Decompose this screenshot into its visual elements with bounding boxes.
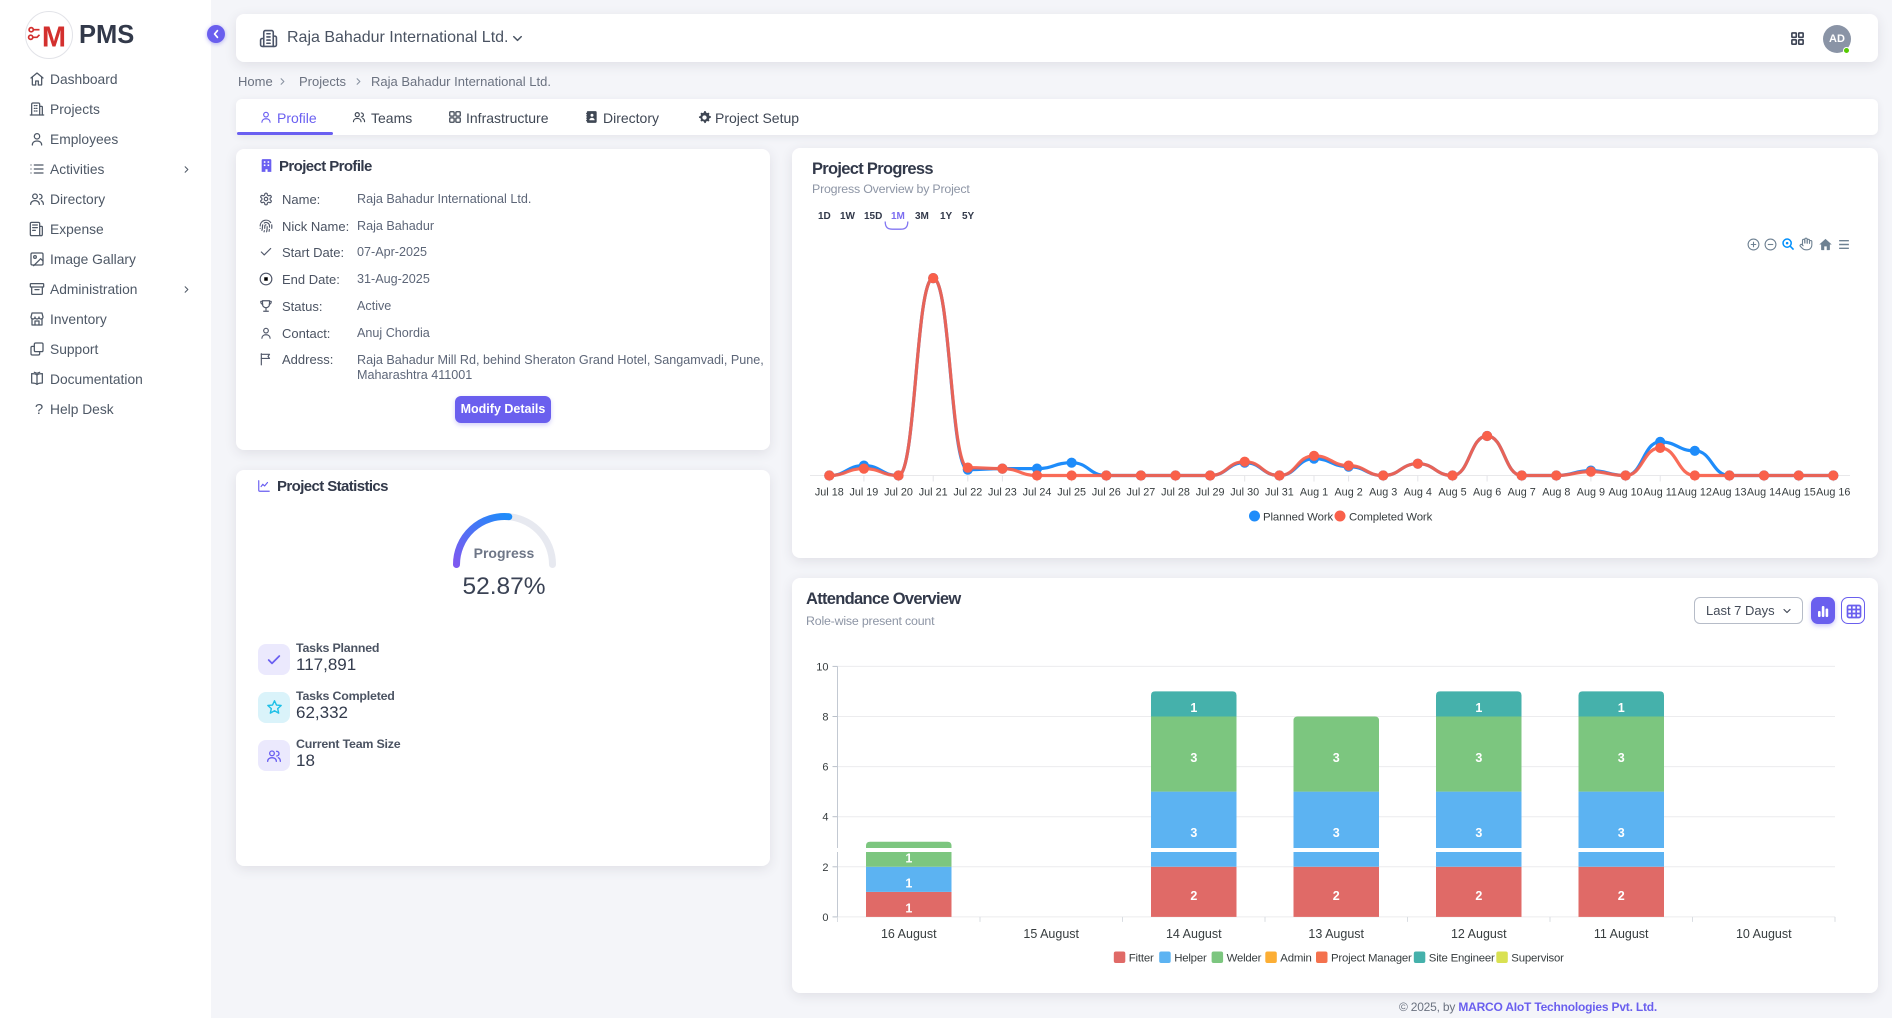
svg-text:Jul 21: Jul 21 [919, 487, 948, 499]
svg-text:3: 3 [1475, 826, 1482, 840]
svg-text:Aug 2: Aug 2 [1334, 487, 1362, 499]
svg-text:1: 1 [905, 901, 912, 915]
svg-text:2: 2 [1190, 889, 1197, 903]
svg-text:Aug 6: Aug 6 [1473, 487, 1501, 499]
svg-text:3: 3 [1618, 751, 1625, 765]
svg-text:Aug 12: Aug 12 [1678, 487, 1712, 499]
svg-text:Jul 20: Jul 20 [884, 487, 913, 499]
svg-text:3: 3 [1333, 826, 1340, 840]
svg-text:Jul 18: Jul 18 [815, 487, 844, 499]
svg-text:Fitter: Fitter [1129, 953, 1154, 965]
svg-text:Jul 28: Jul 28 [1161, 487, 1190, 499]
svg-text:12 August: 12 August [1451, 927, 1507, 941]
svg-text:3: 3 [1618, 826, 1625, 840]
svg-text:2: 2 [1333, 889, 1340, 903]
svg-text:Jul 25: Jul 25 [1057, 487, 1086, 499]
svg-text:Supervisor: Supervisor [1511, 953, 1564, 965]
svg-text:Aug 14: Aug 14 [1747, 487, 1781, 499]
svg-text:Aug 5: Aug 5 [1438, 487, 1466, 499]
svg-text:2: 2 [1475, 889, 1482, 903]
svg-text:1: 1 [1618, 701, 1625, 715]
svg-text:1: 1 [1475, 701, 1482, 715]
svg-text:Aug 8: Aug 8 [1542, 487, 1570, 499]
svg-text:Aug 15: Aug 15 [1782, 487, 1816, 499]
svg-text:3: 3 [1190, 751, 1197, 765]
svg-text:Aug 4: Aug 4 [1404, 487, 1432, 499]
svg-text:8: 8 [822, 712, 828, 724]
svg-text:6: 6 [822, 762, 828, 774]
svg-text:16 August: 16 August [881, 927, 937, 941]
svg-text:Completed Work: Completed Work [1349, 512, 1433, 524]
svg-text:Jul 27: Jul 27 [1126, 487, 1155, 499]
svg-text:Jul 19: Jul 19 [849, 487, 878, 499]
svg-text:3: 3 [1333, 751, 1340, 765]
svg-text:1: 1 [905, 876, 912, 890]
svg-text:0: 0 [822, 912, 828, 924]
svg-text:15 August: 15 August [1023, 927, 1079, 941]
svg-text:Jul 22: Jul 22 [953, 487, 982, 499]
svg-text:Jul 30: Jul 30 [1230, 487, 1259, 499]
svg-text:Site Engineer: Site Engineer [1429, 953, 1495, 965]
svg-text:Jul 23: Jul 23 [988, 487, 1017, 499]
svg-text:Admin: Admin [1280, 953, 1311, 965]
svg-text:Aug 3: Aug 3 [1369, 487, 1397, 499]
svg-text:Jul 24: Jul 24 [1023, 487, 1052, 499]
svg-text:Jul 29: Jul 29 [1196, 487, 1225, 499]
svg-text:Aug 11: Aug 11 [1643, 487, 1676, 499]
svg-text:1: 1 [1190, 701, 1197, 715]
svg-text:2: 2 [822, 862, 828, 874]
svg-text:13 August: 13 August [1308, 927, 1364, 941]
svg-text:Aug 7: Aug 7 [1508, 487, 1536, 499]
svg-text:Aug 1: Aug 1 [1300, 487, 1328, 499]
svg-text:Aug 16: Aug 16 [1816, 487, 1850, 499]
svg-text:Aug 13: Aug 13 [1712, 487, 1746, 499]
svg-text:Aug 9: Aug 9 [1577, 487, 1605, 499]
svg-text:Jul 26: Jul 26 [1092, 487, 1121, 499]
svg-text:10: 10 [816, 661, 828, 673]
svg-text:14 August: 14 August [1166, 927, 1222, 941]
svg-text:Jul 31: Jul 31 [1265, 487, 1294, 499]
svg-text:Welder: Welder [1227, 953, 1262, 965]
svg-text:3: 3 [1190, 826, 1197, 840]
svg-text:Helper: Helper [1174, 953, 1207, 965]
svg-text:Project Manager: Project Manager [1331, 953, 1412, 965]
svg-text:4: 4 [822, 812, 828, 824]
svg-text:11 August: 11 August [1594, 927, 1649, 941]
svg-text:Planned Work: Planned Work [1263, 512, 1334, 524]
svg-text:10 August: 10 August [1736, 927, 1792, 941]
svg-text:Aug 10: Aug 10 [1608, 487, 1642, 499]
svg-text:M: M [42, 22, 66, 54]
svg-text:3: 3 [1475, 751, 1482, 765]
svg-text:1: 1 [905, 851, 912, 865]
svg-text:2: 2 [1618, 889, 1625, 903]
